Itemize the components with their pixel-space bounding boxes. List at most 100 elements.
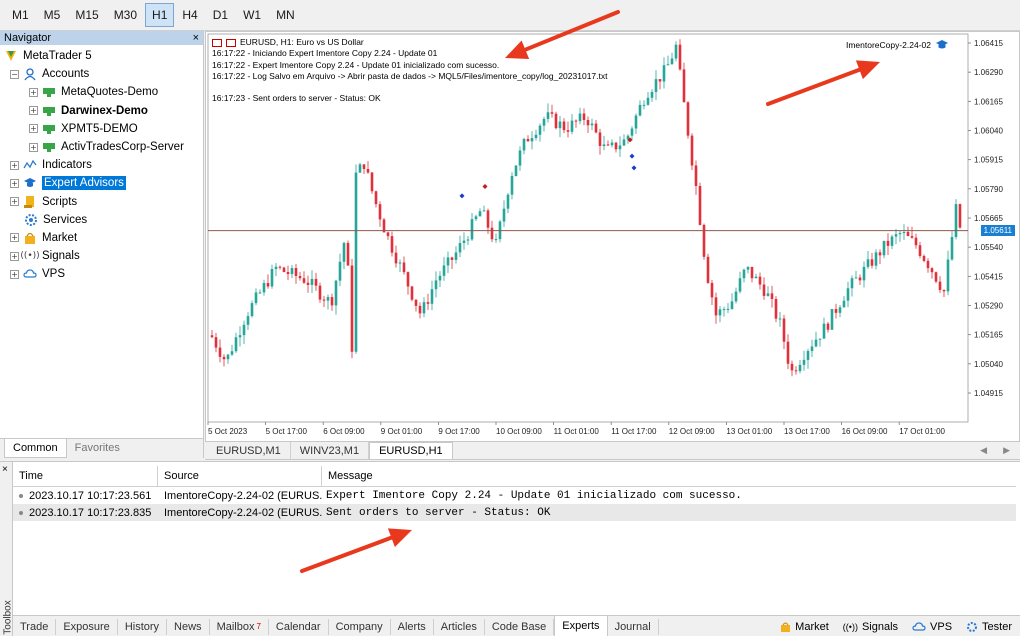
tree-item-market[interactable]: + Market bbox=[0, 229, 203, 247]
tab-common[interactable]: Common bbox=[4, 439, 67, 458]
time-axis-label: 9 Oct 01:00 bbox=[381, 427, 423, 436]
expand-icon[interactable]: + bbox=[10, 269, 19, 279]
timeframe-d1[interactable]: D1 bbox=[206, 3, 235, 27]
expand-icon[interactable]: + bbox=[10, 233, 19, 243]
candle-down bbox=[346, 242, 350, 266]
tree-item-vps[interactable]: + VPS bbox=[0, 265, 203, 283]
status-tester-label: Tester bbox=[982, 620, 1012, 633]
candle-up bbox=[874, 252, 878, 266]
candle-up bbox=[546, 112, 550, 119]
status-vps[interactable]: VPS bbox=[912, 621, 952, 633]
tree-item-metatrader[interactable]: MetaTrader 5 bbox=[0, 47, 203, 65]
candle-down bbox=[774, 298, 778, 319]
tab-code-base[interactable]: Code Base bbox=[485, 618, 555, 635]
tab-journal[interactable]: Journal bbox=[608, 618, 659, 635]
trade-marker bbox=[459, 193, 465, 199]
timeframe-w1[interactable]: W1 bbox=[236, 3, 268, 27]
tree-item-account-darwinex[interactable]: + Darwinex-Demo bbox=[0, 102, 203, 120]
candle-down bbox=[362, 164, 366, 170]
candle-up bbox=[898, 233, 902, 235]
candle-up bbox=[466, 239, 470, 241]
expand-icon[interactable]: + bbox=[10, 251, 19, 261]
tab-favorites[interactable]: Favorites bbox=[67, 439, 128, 458]
tree-item-accounts[interactable]: − Accounts bbox=[0, 65, 203, 83]
indicators-icon bbox=[23, 158, 37, 172]
trade-marker bbox=[482, 184, 488, 189]
timeframe-m15[interactable]: M15 bbox=[68, 3, 105, 27]
column-message[interactable]: Message bbox=[322, 466, 1016, 486]
candle-up bbox=[518, 150, 522, 166]
expand-icon[interactable]: + bbox=[10, 197, 19, 207]
column-source[interactable]: Source bbox=[158, 466, 322, 486]
timeframe-m1[interactable]: M1 bbox=[5, 3, 36, 27]
expert-advisor-label[interactable]: ImentoreCopy-2.24-02 bbox=[846, 39, 949, 51]
candle-down bbox=[306, 282, 310, 285]
close-icon[interactable]: × bbox=[193, 32, 199, 44]
expand-icon[interactable]: + bbox=[29, 87, 38, 97]
candle-up bbox=[358, 164, 362, 173]
candle-down bbox=[614, 142, 618, 150]
tree-item-indicators[interactable]: + Indicators bbox=[0, 156, 203, 174]
column-time[interactable]: Time bbox=[13, 466, 158, 486]
close-icon[interactable]: × bbox=[2, 464, 8, 475]
tab-trade[interactable]: Trade bbox=[13, 618, 57, 635]
candle-down bbox=[790, 363, 794, 371]
candle-up bbox=[674, 44, 678, 59]
expand-icon[interactable]: + bbox=[10, 160, 19, 170]
status-tester[interactable]: Tester bbox=[966, 621, 1012, 633]
candle-down bbox=[690, 135, 694, 166]
candle-down bbox=[678, 44, 682, 70]
chart-menu-icon[interactable] bbox=[212, 38, 222, 47]
tab-exposure[interactable]: Exposure bbox=[56, 618, 118, 635]
tree-item-account-metaquotes[interactable]: + MetaQuotes-Demo bbox=[0, 83, 203, 101]
expand-icon[interactable]: + bbox=[29, 106, 38, 116]
chart-tab-eurusd-h1[interactable]: EURUSD,H1 bbox=[369, 442, 453, 459]
timeframe-m5[interactable]: M5 bbox=[37, 3, 68, 27]
tree-label: Services bbox=[43, 213, 88, 226]
time-axis-label: 12 Oct 09:00 bbox=[669, 427, 715, 436]
tab-calendar[interactable]: Calendar bbox=[269, 618, 329, 635]
tree-item-expert-advisors[interactable]: + Expert Advisors bbox=[0, 174, 203, 192]
tree-item-account-xpmt5[interactable]: + XPMT5-DEMO bbox=[0, 120, 203, 138]
tab-articles[interactable]: Articles bbox=[434, 618, 485, 635]
scroll-left-icon[interactable]: ◀ bbox=[980, 445, 987, 456]
candle-up bbox=[438, 275, 442, 281]
chart-tab-eurusd-m1[interactable]: EURUSD,M1 bbox=[207, 442, 291, 459]
chart-trade-icon[interactable] bbox=[226, 38, 236, 47]
timeframe-m30[interactable]: M30 bbox=[107, 3, 144, 27]
candle-up bbox=[902, 231, 906, 234]
tree-item-services[interactable]: Services bbox=[0, 211, 203, 229]
tree-item-signals[interactable]: + ((•)) Signals bbox=[0, 247, 203, 265]
tab-mailbox[interactable]: Mailbox 7 bbox=[210, 618, 269, 635]
time-axis-label: 5 Oct 2023 bbox=[208, 427, 248, 436]
candle-up bbox=[766, 293, 770, 296]
expand-icon[interactable]: + bbox=[29, 124, 38, 134]
tree-label: Indicators bbox=[42, 159, 92, 172]
tab-experts[interactable]: Experts bbox=[554, 616, 608, 636]
tree-label: Scripts bbox=[42, 195, 78, 208]
table-row[interactable]: 2023.10.17 10:17:23.835 ImentoreCopy-2.2… bbox=[13, 504, 1016, 521]
scroll-right-icon[interactable]: ▶ bbox=[1003, 445, 1010, 456]
price-axis-label: 1.05790 bbox=[974, 185, 1003, 194]
tab-news[interactable]: News bbox=[167, 618, 210, 635]
collapse-icon[interactable]: − bbox=[10, 69, 19, 79]
timeframe-h1[interactable]: H1 bbox=[145, 3, 175, 27]
tree-item-account-activtrades[interactable]: + ActivTradesCorp-Server bbox=[0, 138, 203, 156]
tab-history[interactable]: History bbox=[118, 618, 168, 635]
timeframe-mn[interactable]: MN bbox=[269, 3, 302, 27]
status-market[interactable]: Market bbox=[780, 621, 829, 633]
chart-tab-winv23-m1[interactable]: WINV23,M1 bbox=[291, 442, 370, 459]
timeframe-h4[interactable]: H4 bbox=[175, 3, 204, 27]
tree-item-scripts[interactable]: + Scripts bbox=[0, 193, 203, 211]
time-axis-label: 16 Oct 09:00 bbox=[842, 427, 888, 436]
status-links: Market ((•)) Signals VPS Tester bbox=[780, 621, 1020, 633]
status-signals[interactable]: ((•)) Signals bbox=[843, 621, 898, 633]
tab-company[interactable]: Company bbox=[329, 618, 391, 635]
candle-down bbox=[598, 132, 602, 147]
expand-icon[interactable]: + bbox=[10, 178, 19, 188]
chart-window[interactable]: 1.06415 1.06290 1.06165 1.06040 1.05915 1.057… bbox=[205, 31, 1020, 442]
table-row[interactable]: 2023.10.17 10:17:23.561 ImentoreCopy-2.2… bbox=[13, 487, 1016, 504]
expand-icon[interactable]: + bbox=[29, 142, 38, 152]
price-axis-label: 1.04915 bbox=[974, 389, 1003, 398]
tab-alerts[interactable]: Alerts bbox=[391, 618, 434, 635]
